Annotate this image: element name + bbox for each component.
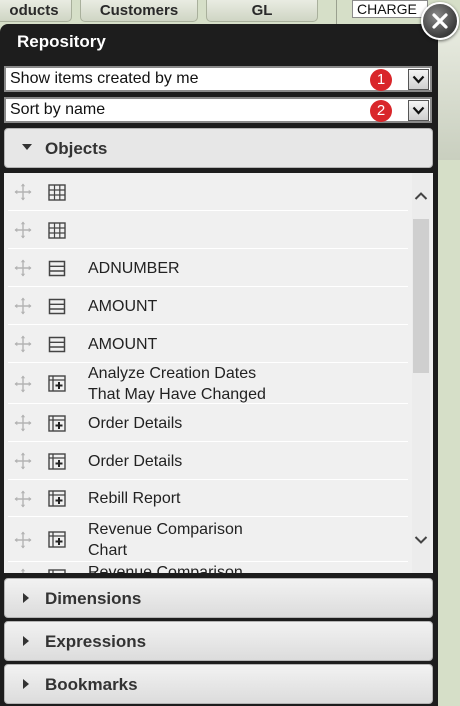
- list-item[interactable]: Analyze Creation Dates That May Have Chan…: [8, 363, 408, 404]
- triangle-right-icon: [23, 636, 29, 646]
- tab-gl[interactable]: GL: [206, 0, 318, 22]
- list-item-label: Revenue Comparison Chart: [88, 519, 243, 561]
- list-item[interactable]: Order Details: [8, 404, 408, 442]
- field-icon: [48, 260, 66, 276]
- list-item-label: AMOUNT: [88, 296, 157, 317]
- list-item[interactable]: Rebill Report: [8, 480, 408, 517]
- list-item-label-line: That May Have Changed: [88, 385, 266, 403]
- charge-field[interactable]: CHARGE: [352, 0, 428, 18]
- table-icon: [48, 221, 66, 239]
- list-item-label-line: Order Details: [88, 414, 183, 432]
- drag-handle-icon[interactable]: [14, 221, 32, 239]
- straight-table-icon: [48, 414, 66, 432]
- close-icon: [432, 13, 448, 29]
- table-icon: [48, 183, 66, 201]
- drag-handle-icon[interactable]: [14, 414, 32, 432]
- list-item[interactable]: [8, 211, 408, 249]
- list-item-label-line: ADNUMBER: [88, 259, 180, 277]
- drag-handle-icon[interactable]: [14, 259, 32, 277]
- list-item-label: Rebill Report: [88, 488, 180, 509]
- chevron-down-icon[interactable]: [414, 535, 428, 545]
- step-badge-2: 2: [370, 100, 392, 122]
- objects-section-label: Objects: [45, 139, 108, 158]
- bookmarks-section-label: Bookmarks: [45, 675, 138, 694]
- list-item[interactable]: AMOUNT: [8, 325, 408, 363]
- chevron-down-icon: [412, 106, 425, 115]
- drag-handle-icon[interactable]: [14, 335, 32, 353]
- list-item-label: ADNUMBER: [88, 258, 180, 279]
- show-items-value: Show items created by me: [10, 70, 199, 87]
- repository-panel: Repository Show items created by me 1 So…: [0, 24, 438, 706]
- straight-table-icon: [48, 375, 66, 392]
- background-tab-bar: oducts Customers GL CHARGE: [0, 0, 460, 24]
- list-item[interactable]: Revenue Comparison: [8, 562, 408, 573]
- objects-section-header[interactable]: Objects: [4, 128, 433, 168]
- show-items-dropdown-button[interactable]: [408, 69, 429, 90]
- drag-handle-icon[interactable]: [14, 490, 32, 508]
- divider: [336, 0, 337, 24]
- chevron-up-icon[interactable]: [414, 191, 428, 201]
- tab-products[interactable]: oducts: [0, 0, 72, 22]
- expressions-section-header[interactable]: Expressions: [4, 621, 433, 661]
- straight-table-icon: [48, 568, 66, 573]
- close-button[interactable]: [421, 2, 459, 40]
- tab-customers[interactable]: Customers: [80, 0, 198, 22]
- list-item[interactable]: Order Details: [8, 442, 408, 480]
- field-icon: [48, 298, 66, 314]
- triangle-down-icon: [22, 144, 32, 150]
- straight-table-icon: [48, 531, 66, 548]
- list-item[interactable]: [8, 173, 408, 211]
- show-items-select[interactable]: Show items created by me 1: [4, 66, 432, 92]
- list-item-label-line: Revenue Comparison: [88, 520, 243, 538]
- straight-table-icon: [48, 490, 66, 507]
- drag-handle-icon[interactable]: [14, 375, 32, 393]
- list-item-label-line: Order Details: [88, 452, 183, 470]
- dimensions-section-label: Dimensions: [45, 589, 142, 608]
- field-icon: [48, 336, 66, 352]
- list-item-label-line: Rebill Report: [88, 490, 181, 507]
- list-item-label-line: Chart: [88, 541, 128, 559]
- list-item[interactable]: Revenue Comparison Chart: [8, 517, 408, 562]
- objects-list: ADNUMBER AMOUNT AMOUNT Analyze Creation Dat…: [4, 173, 433, 573]
- drag-handle-icon[interactable]: [14, 531, 32, 549]
- list-item-label: Revenue Comparison: [88, 562, 243, 573]
- list-item-label-line: AMOUNT: [88, 297, 158, 315]
- drag-handle-icon[interactable]: [14, 297, 32, 315]
- triangle-right-icon: [23, 679, 29, 689]
- triangle-right-icon: [23, 593, 29, 603]
- drag-handle-icon[interactable]: [14, 183, 32, 201]
- list-item-label: AMOUNT: [88, 334, 157, 355]
- drag-handle-icon[interactable]: [14, 568, 32, 573]
- sort-dropdown-button[interactable]: [408, 100, 429, 121]
- panel-title: Repository: [17, 32, 106, 51]
- list-item[interactable]: AMOUNT: [8, 287, 408, 325]
- scrollbar[interactable]: [412, 173, 430, 573]
- drag-handle-icon[interactable]: [14, 452, 32, 470]
- sort-select[interactable]: Sort by name 2: [4, 97, 432, 123]
- chevron-down-icon: [412, 75, 425, 84]
- list-item-label: Order Details: [88, 413, 182, 434]
- list-item-label: Order Details: [88, 451, 182, 472]
- list-item-label-line: AMOUNT: [88, 335, 158, 353]
- bookmarks-section-header[interactable]: Bookmarks: [4, 664, 433, 704]
- straight-table-icon: [48, 452, 66, 470]
- list-item[interactable]: ADNUMBER: [8, 249, 408, 287]
- step-badge-1: 1: [370, 69, 392, 91]
- expressions-section-label: Expressions: [45, 632, 147, 651]
- scroll-thumb[interactable]: [413, 219, 429, 373]
- sort-value: Sort by name: [10, 101, 106, 118]
- list-item-label-line: Analyze Creation Dates: [88, 364, 257, 382]
- dimensions-section-header[interactable]: Dimensions: [4, 578, 433, 618]
- list-item-label-line: Revenue Comparison: [88, 564, 243, 573]
- list-item-label: Analyze Creation Dates That May Have Chan…: [88, 363, 266, 405]
